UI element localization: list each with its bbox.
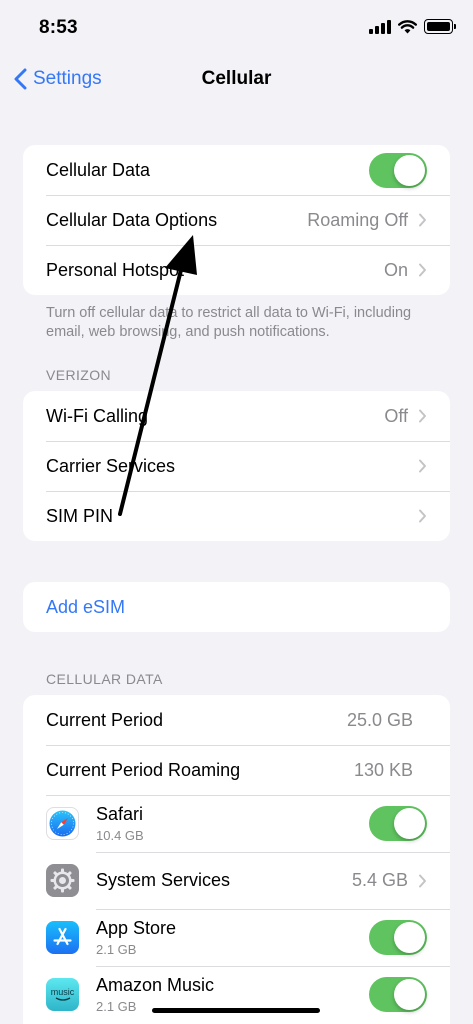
cellular-signal-icon <box>369 19 391 34</box>
wifi-calling-value: Off <box>384 405 408 426</box>
app-name: App Store <box>96 917 177 938</box>
current-period-label: Current Period <box>46 709 164 730</box>
sim-pin-label: SIM PIN <box>46 505 114 526</box>
cellular-data-row[interactable]: Cellular Data <box>23 145 450 195</box>
current-period-roaming-label: Current Period Roaming <box>46 759 241 780</box>
app-row-amazon-music[interactable]: music Amazon Music 2.1 GB <box>23 966 450 1023</box>
chevron-right-icon <box>419 459 426 473</box>
system-services-value: 5.4 GB <box>351 870 408 890</box>
verizon-group: Wi-Fi Calling Off Carrier Services SIM P… <box>23 391 450 541</box>
chevron-right-icon <box>419 213 426 227</box>
current-period-roaming-value: 130 KB <box>353 759 413 780</box>
cellular-data-usage-group: Current Period 25.0 GB Current Period Ro… <box>23 695 450 1024</box>
personal-hotspot-label: Personal Hotspot <box>46 259 185 280</box>
add-esim-label: Add eSIM <box>46 596 126 617</box>
amazon-music-icon: music <box>46 978 79 1011</box>
add-esim-button[interactable]: Add eSIM <box>23 582 450 632</box>
current-period-value: 25.0 GB <box>346 709 413 730</box>
wifi-calling-row[interactable]: Wi-Fi Calling Off <box>23 391 450 441</box>
gear-icon <box>46 864 79 897</box>
home-indicator[interactable] <box>152 1008 320 1013</box>
safari-toggle[interactable] <box>369 806 427 841</box>
add-esim-group: Add eSIM <box>23 582 450 632</box>
page-title: Cellular <box>201 68 272 89</box>
navigation-bar: Settings Cellular <box>0 58 473 102</box>
chevron-right-icon <box>419 874 426 887</box>
status-icons <box>369 19 456 34</box>
cellular-data-options-label: Cellular Data Options <box>46 209 218 230</box>
chevron-right-icon <box>419 509 426 523</box>
safari-compass-icon <box>46 807 79 840</box>
app-row-app-store[interactable]: App Store 2.1 GB <box>23 909 450 966</box>
app-name: System Services <box>96 870 231 890</box>
cellular-data-options-row[interactable]: Cellular Data Options Roaming Off <box>23 195 450 245</box>
app-usage: 10.4 GB <box>96 827 144 843</box>
cellular-data-footnote: Turn off cellular data to restrict all d… <box>46 305 412 340</box>
chevron-right-icon <box>419 263 426 277</box>
app-usage: 2.1 GB <box>96 941 137 957</box>
sim-pin-row[interactable]: SIM PIN <box>23 491 450 541</box>
current-period-row: Current Period 25.0 GB <box>23 695 450 745</box>
app-store-icon <box>46 921 79 954</box>
current-period-roaming-row: Current Period Roaming 130 KB <box>23 745 450 795</box>
cellular-data-section-header: CELLULAR DATA <box>46 671 163 687</box>
amazon-music-toggle[interactable] <box>369 977 427 1012</box>
app-name: Amazon Music <box>96 974 215 995</box>
personal-hotspot-row[interactable]: Personal Hotspot On <box>23 245 450 295</box>
status-bar: 8:53 <box>0 0 473 54</box>
cellular-data-options-value: Roaming Off <box>307 209 408 230</box>
personal-hotspot-value: On <box>383 259 408 280</box>
chevron-right-icon <box>419 409 426 423</box>
battery-icon <box>424 19 456 34</box>
status-time: 8:53 <box>39 17 78 38</box>
amazon-music-icon-text: music <box>50 987 75 997</box>
wifi-calling-label: Wi-Fi Calling <box>46 405 149 426</box>
app-store-toggle[interactable] <box>369 920 427 955</box>
carrier-services-row[interactable]: Carrier Services <box>23 441 450 491</box>
carrier-services-label: Carrier Services <box>46 455 176 476</box>
verizon-section-header: VERIZON <box>46 367 112 383</box>
cellular-settings-group: Cellular Data Cellular Data Options Roam… <box>23 145 450 295</box>
app-name: Safari <box>96 803 144 824</box>
app-row-system-services[interactable]: System Services 5.4 GB <box>23 852 450 909</box>
wifi-icon <box>398 19 417 33</box>
cellular-data-label: Cellular Data <box>46 159 151 180</box>
app-row-safari[interactable]: Safari 10.4 GB <box>23 795 450 852</box>
cellular-data-toggle[interactable] <box>369 152 427 188</box>
